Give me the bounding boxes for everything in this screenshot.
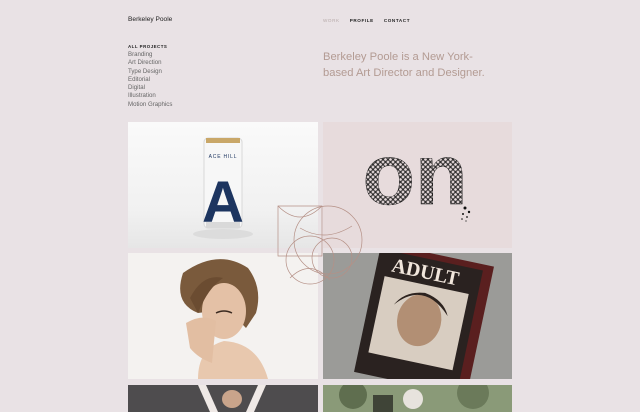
category-illustration[interactable]: Illustration (128, 92, 172, 100)
can-brand-text: ACE HILL (209, 154, 238, 160)
main-nav: WORK PROFILE CONTACT (323, 18, 410, 23)
nav-work[interactable]: WORK (323, 18, 340, 23)
category-digital[interactable]: Digital (128, 84, 172, 92)
monogram-icon (277, 205, 363, 285)
nav-profile[interactable]: PROFILE (350, 18, 374, 23)
intro-text: Berkeley Poole is a New York-based Art D… (323, 51, 485, 79)
category-motion-graphics[interactable]: Motion Graphics (128, 101, 172, 109)
site-brand[interactable]: Berkeley Poole (128, 16, 172, 23)
can-letter: A (202, 170, 244, 235)
project-6-image (323, 385, 512, 412)
project-5-image (128, 385, 318, 412)
on-word: on (362, 127, 467, 223)
project-tile-5[interactable] (128, 385, 318, 412)
category-branding[interactable]: Branding (128, 51, 172, 59)
nav-contact[interactable]: CONTACT (384, 18, 410, 23)
monogram-line-overlay (270, 198, 370, 298)
project-categories: ALL PROJECTS Branding Art Direction Type… (128, 44, 172, 109)
category-type-design[interactable]: Type Design (128, 68, 172, 76)
category-all-projects[interactable]: ALL PROJECTS (128, 44, 172, 49)
category-editorial[interactable]: Editorial (128, 76, 172, 84)
project-tile-6[interactable] (323, 385, 512, 412)
category-art-direction[interactable]: Art Direction (128, 59, 172, 67)
